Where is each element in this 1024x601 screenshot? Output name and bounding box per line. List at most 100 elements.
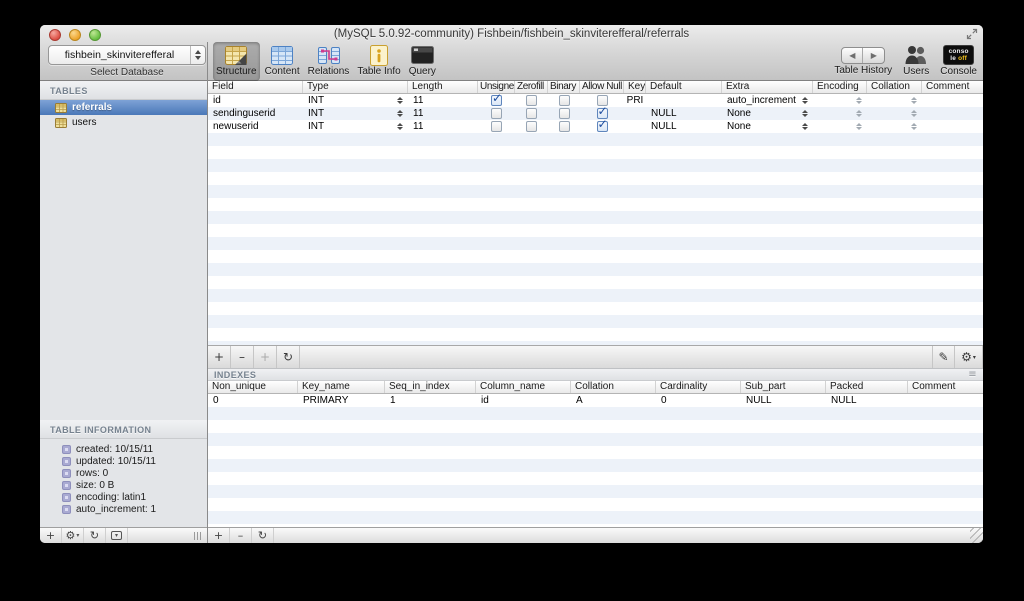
column-header-extra[interactable]: Extra bbox=[722, 81, 813, 93]
sidebar-item-referrals[interactable]: referrals bbox=[40, 100, 207, 115]
remove-field-button[interactable]: – bbox=[231, 346, 254, 368]
query-button[interactable]: Query bbox=[406, 42, 439, 81]
cell-type[interactable]: INT bbox=[303, 120, 408, 133]
cell-packed[interactable]: NULL bbox=[826, 394, 908, 407]
column-header-default[interactable]: Default bbox=[646, 81, 722, 93]
column-header-seq-in-index[interactable]: Seq_in_index bbox=[385, 381, 476, 393]
column-header-comment[interactable]: Comment bbox=[908, 381, 983, 393]
cell-default[interactable] bbox=[646, 94, 722, 107]
unsigned-checkbox[interactable] bbox=[491, 108, 502, 119]
column-header-non-unique[interactable]: Non_unique bbox=[208, 381, 298, 393]
column-header-comment[interactable]: Comment bbox=[922, 81, 983, 93]
edit-field-button[interactable]: ✎ bbox=[932, 346, 955, 368]
cell-extra[interactable]: auto_increment bbox=[722, 94, 813, 107]
refresh-tables-button[interactable]: ↻ bbox=[84, 528, 106, 543]
table-row[interactable]: sendinguserid INT 11 NULL None bbox=[208, 107, 983, 120]
extra-stepper-icon[interactable] bbox=[802, 97, 808, 104]
close-window-icon[interactable] bbox=[49, 29, 61, 41]
cell-default[interactable]: NULL bbox=[646, 120, 722, 133]
cell-collation[interactable]: A bbox=[571, 394, 656, 407]
column-header-allow-null[interactable]: Allow Null bbox=[580, 81, 624, 93]
structure-button[interactable]: Structure bbox=[213, 42, 260, 81]
column-header-field[interactable]: Field bbox=[208, 81, 303, 93]
cell-field[interactable]: sendinguserid bbox=[208, 107, 303, 120]
cell-encoding[interactable] bbox=[813, 107, 867, 120]
database-select-stepper-icon[interactable] bbox=[190, 46, 205, 64]
history-forward-icon[interactable]: ▶ bbox=[863, 48, 884, 63]
table-gear-button[interactable]: ⚙ ▾ bbox=[62, 528, 84, 543]
column-header-key[interactable]: Key bbox=[624, 81, 646, 93]
column-header-cardinality[interactable]: Cardinality bbox=[656, 381, 741, 393]
cell-collation[interactable] bbox=[867, 107, 922, 120]
column-header-binary[interactable]: Binary bbox=[548, 81, 580, 93]
cell-default[interactable]: NULL bbox=[646, 107, 722, 120]
cell-seq-in-index[interactable]: 1 bbox=[385, 394, 476, 407]
cell-collation[interactable] bbox=[867, 94, 922, 107]
cell-key[interactable] bbox=[624, 120, 646, 133]
type-stepper-icon[interactable] bbox=[397, 97, 403, 104]
collation-stepper-icon[interactable] bbox=[911, 97, 917, 104]
zerofill-checkbox[interactable] bbox=[526, 121, 537, 132]
titlebar[interactable]: (MySQL 5.0.92-community) Fishbein/fishbe… bbox=[40, 25, 983, 42]
encoding-stepper-icon[interactable] bbox=[856, 97, 862, 104]
extra-stepper-icon[interactable] bbox=[802, 123, 808, 130]
database-select[interactable]: fishbein_skinviterefferal bbox=[48, 45, 206, 65]
encoding-stepper-icon[interactable] bbox=[856, 110, 862, 117]
column-header-type[interactable]: Type bbox=[303, 81, 408, 93]
extra-stepper-icon[interactable] bbox=[802, 110, 808, 117]
type-stepper-icon[interactable] bbox=[397, 110, 403, 117]
allow-null-checkbox[interactable] bbox=[596, 95, 608, 106]
minimize-window-icon[interactable] bbox=[69, 29, 81, 41]
field-gear-button[interactable]: ⚙ ▾ bbox=[955, 346, 983, 368]
add-index-button[interactable]: + bbox=[208, 528, 230, 543]
collation-stepper-icon[interactable] bbox=[911, 123, 917, 130]
cell-key[interactable] bbox=[624, 107, 646, 120]
content-button[interactable]: Content bbox=[262, 42, 303, 81]
column-header-collation[interactable]: Collation bbox=[571, 381, 656, 393]
column-header-sub-part[interactable]: Sub_part bbox=[741, 381, 826, 393]
cell-comment[interactable] bbox=[908, 394, 983, 407]
add-table-button[interactable]: + bbox=[40, 528, 62, 543]
cell-key[interactable]: PRI bbox=[624, 94, 646, 107]
zerofill-checkbox[interactable] bbox=[526, 95, 537, 106]
cell-type[interactable]: INT bbox=[303, 94, 408, 107]
cell-encoding[interactable] bbox=[813, 120, 867, 133]
cell-length[interactable]: 11 bbox=[408, 107, 478, 120]
refresh-indexes-button[interactable]: ↻ bbox=[252, 528, 274, 543]
encoding-stepper-icon[interactable] bbox=[856, 123, 862, 130]
column-header-packed[interactable]: Packed bbox=[826, 381, 908, 393]
allow-null-checkbox[interactable] bbox=[596, 107, 608, 119]
column-header-unsigned[interactable]: Unsigned bbox=[478, 81, 515, 93]
allow-null-checkbox[interactable] bbox=[596, 120, 608, 132]
cell-key-name[interactable]: PRIMARY bbox=[298, 394, 385, 407]
cell-comment[interactable] bbox=[922, 120, 983, 133]
indexes-menu-icon[interactable]: ≡ bbox=[968, 369, 977, 381]
remove-index-button[interactable]: – bbox=[230, 528, 252, 543]
cell-collation[interactable] bbox=[867, 120, 922, 133]
unsigned-checkbox[interactable] bbox=[491, 121, 502, 132]
window-resize-grip[interactable] bbox=[970, 528, 983, 543]
cell-comment[interactable] bbox=[922, 107, 983, 120]
table-info-button[interactable]: Table Info bbox=[354, 42, 403, 81]
cell-non-unique[interactable]: 0 bbox=[208, 394, 298, 407]
table-row[interactable]: 0 PRIMARY 1 id A 0 NULL NULL bbox=[208, 394, 983, 407]
table-row[interactable]: newuserid INT 11 NULL None bbox=[208, 120, 983, 133]
cell-extra[interactable]: None bbox=[722, 120, 813, 133]
unsigned-checkbox[interactable] bbox=[491, 94, 502, 106]
collation-stepper-icon[interactable] bbox=[911, 110, 917, 117]
column-header-column-name[interactable]: Column_name bbox=[476, 381, 571, 393]
binary-checkbox[interactable] bbox=[558, 121, 570, 132]
toggle-drawer-button[interactable]: ▾ bbox=[106, 528, 128, 543]
column-header-length[interactable]: Length bbox=[408, 81, 478, 93]
column-header-key-name[interactable]: Key_name bbox=[298, 381, 385, 393]
cell-column-name[interactable]: id bbox=[476, 394, 571, 407]
cell-cardinality[interactable]: 0 bbox=[656, 394, 741, 407]
duplicate-field-button[interactable]: + bbox=[254, 346, 277, 368]
zoom-window-icon[interactable] bbox=[89, 29, 101, 41]
cell-field[interactable]: id bbox=[208, 94, 303, 107]
add-field-button[interactable]: + bbox=[208, 346, 231, 368]
sidebar-item-users[interactable]: users bbox=[40, 115, 207, 130]
column-header-zerofill[interactable]: Zerofill bbox=[515, 81, 548, 93]
table-row[interactable]: id INT 11 PRI auto_increment bbox=[208, 94, 983, 107]
history-back-icon[interactable]: ◀ bbox=[842, 48, 864, 63]
